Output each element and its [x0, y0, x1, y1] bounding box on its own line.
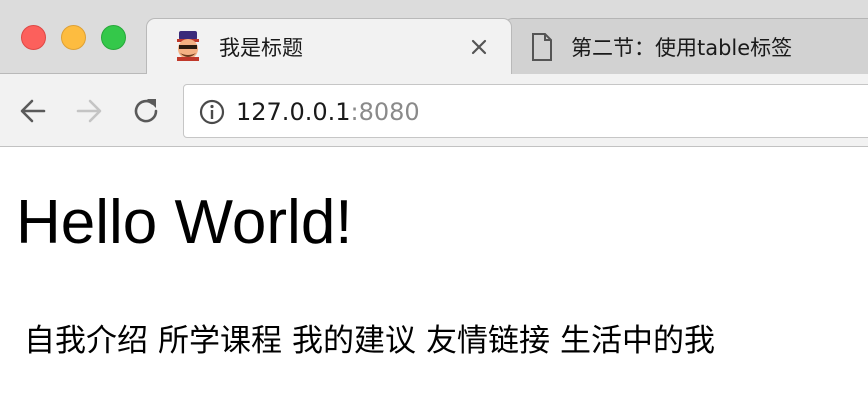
tab-title: 我是标题 [219, 36, 303, 60]
tab-close-icon[interactable] [467, 35, 491, 59]
page-nav: 自我介绍 所学课程 我的建议 友情链接 生活中的我 [24, 315, 725, 360]
tab-title: 第二节：使用table标签 [571, 36, 793, 60]
tab-inactive[interactable]: 第二节：使用table标签 [504, 18, 868, 74]
url-port: :8080 [350, 98, 420, 126]
forward-arrow-icon[interactable] [72, 94, 106, 128]
page-heading: Hello World! [16, 188, 353, 257]
toolbar: 127.0.0.1:8080 [0, 73, 868, 147]
tab-strip: 我是标题 第二节：使用table标签 [0, 0, 868, 74]
tab-title-fade [808, 19, 868, 74]
url-host: 127.0.0.1 [236, 98, 351, 126]
nav-link-life[interactable]: 生活中的我 [560, 315, 715, 360]
nav-link-suggestions[interactable]: 我的建议 [292, 315, 416, 360]
reload-icon[interactable] [129, 94, 163, 128]
window-minimize-button[interactable] [61, 25, 86, 50]
nav-link-friend-links[interactable]: 友情链接 [426, 315, 550, 360]
tab-active[interactable]: 我是标题 [146, 18, 512, 74]
url-text[interactable]: 127.0.0.1:8080 [236, 98, 420, 126]
page-content: Hello World! 自我介绍 所学课程 我的建议 友情链接 生活中的我 [0, 147, 868, 416]
nav-link-courses[interactable]: 所学课程 [158, 315, 282, 360]
cartoon-face-favicon-icon [177, 31, 199, 61]
document-icon [532, 33, 552, 61]
browser-window: 我是标题 第二节：使用table标签 127.0.0.1:8080 Hello … [0, 0, 868, 416]
window-zoom-button[interactable] [101, 25, 126, 50]
info-icon[interactable] [198, 98, 226, 126]
back-arrow-icon[interactable] [16, 94, 50, 128]
address-bar[interactable]: 127.0.0.1:8080 [183, 84, 868, 138]
window-close-button[interactable] [21, 25, 46, 50]
nav-link-about-me[interactable]: 自我介绍 [24, 315, 148, 360]
